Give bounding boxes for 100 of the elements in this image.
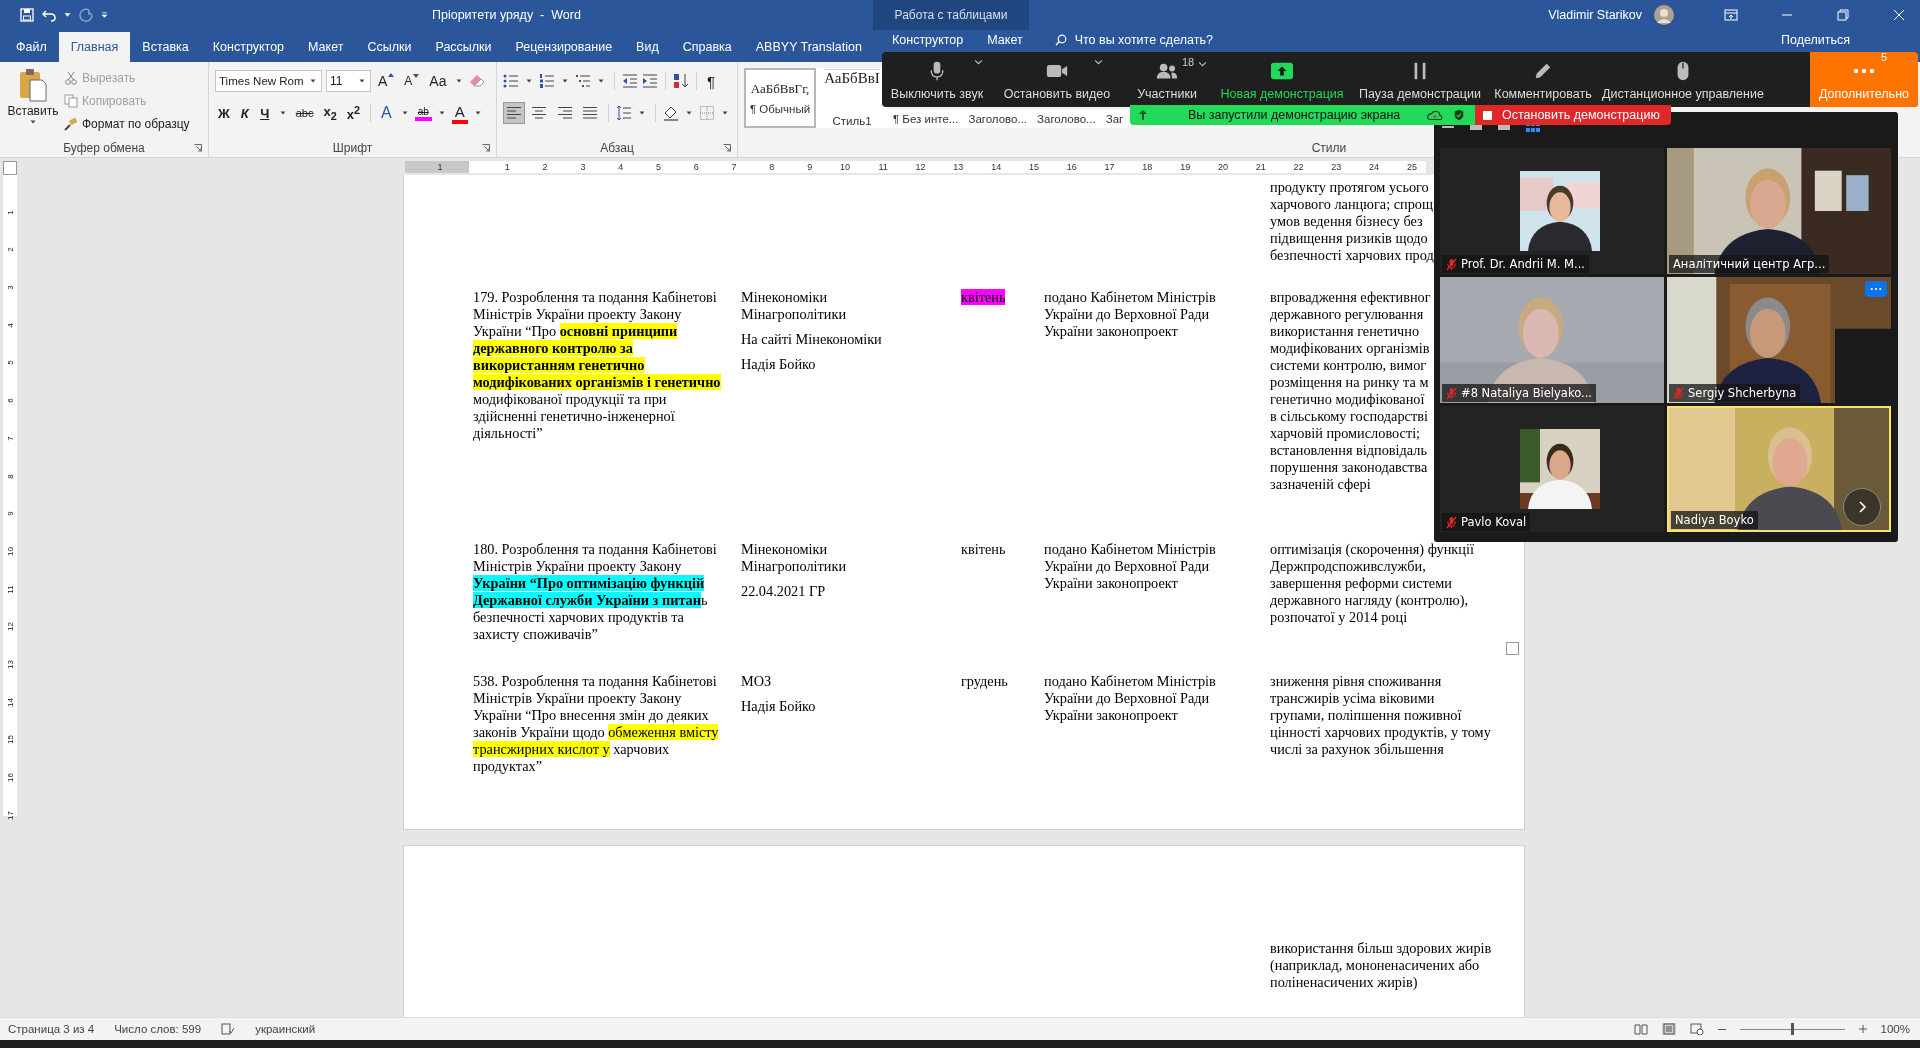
restore-icon[interactable] bbox=[1836, 9, 1850, 21]
caret-icon bbox=[686, 111, 692, 115]
page-count[interactable]: Страница 3 из 4 bbox=[8, 1023, 95, 1035]
ribbon-tab[interactable]: ABBYY Translation bbox=[743, 32, 874, 62]
ribbon-tab[interactable]: Вид bbox=[624, 32, 671, 62]
meeting-control-button[interactable]: Остановить видео bbox=[992, 52, 1122, 107]
video-tile[interactable]: Nadiya Boyko bbox=[1667, 406, 1891, 532]
ruler-number: 6 bbox=[5, 398, 15, 403]
ribbon-tab[interactable]: Справка bbox=[670, 32, 744, 62]
numbered-list-icon[interactable] bbox=[539, 73, 555, 89]
customize-icon[interactable] bbox=[101, 12, 108, 18]
muted-microphone-icon bbox=[1446, 515, 1457, 529]
highlight-color-button[interactable]: ab bbox=[414, 105, 432, 121]
ribbon-tab[interactable]: Конструктор bbox=[200, 32, 297, 62]
dialog-launcher-icon[interactable] bbox=[723, 144, 731, 152]
read-mode-icon[interactable] bbox=[1633, 1023, 1648, 1035]
ribbon-tab[interactable]: Ссылки bbox=[355, 32, 424, 62]
ribbon-tab[interactable]: Файл bbox=[4, 32, 59, 62]
meeting-control-button[interactable]: Комментировать bbox=[1488, 52, 1598, 107]
ruler-number: 5 bbox=[655, 161, 661, 173]
font-name-dropdown[interactable]: Times New Rom bbox=[215, 70, 322, 92]
style-gallery-item[interactable]: Заголово... bbox=[963, 110, 1033, 128]
cell-text: генетично модифікованої bbox=[1270, 391, 1425, 408]
change-case-button[interactable]: Aa bbox=[426, 73, 450, 89]
format-button[interactable]: Ч bbox=[256, 105, 273, 121]
ribbon-tab[interactable]: Макет bbox=[975, 30, 1035, 50]
video-tile[interactable]: Prof. Dr. Andrii M. M... bbox=[1440, 148, 1664, 274]
style-gallery-item[interactable]: Заголово... bbox=[1032, 110, 1101, 128]
table-resize-handle[interactable] bbox=[1506, 642, 1519, 655]
format-button[interactable]: x$^{2}$ bbox=[343, 103, 364, 123]
bullet-list-icon[interactable] bbox=[503, 73, 519, 89]
word-count[interactable]: Число слов: 599 bbox=[114, 1023, 202, 1035]
clipboard-icon bbox=[18, 68, 48, 102]
close-icon[interactable] bbox=[1892, 9, 1906, 21]
format-button[interactable]: abc bbox=[292, 107, 317, 119]
web-layout-icon[interactable] bbox=[1689, 1023, 1704, 1035]
zoom-level[interactable]: 100% bbox=[1880, 1023, 1910, 1035]
language-indicator[interactable]: украинский bbox=[255, 1023, 316, 1035]
font-size-dropdown[interactable]: 11 bbox=[326, 70, 371, 92]
multilevel-list-icon[interactable] bbox=[575, 73, 591, 89]
clipboard-button[interactable]: Формат по образцу bbox=[64, 114, 190, 134]
ribbon-tab[interactable]: Рассылки bbox=[423, 32, 504, 62]
grow-font-button[interactable]: A bbox=[375, 73, 398, 89]
share-button[interactable]: Поделиться bbox=[1780, 30, 1850, 50]
ribbon-display-icon[interactable] bbox=[1724, 9, 1738, 21]
print-layout-icon[interactable] bbox=[1661, 1023, 1676, 1035]
cell-text: Надія Бойко bbox=[741, 356, 816, 373]
zoom-in-icon[interactable] bbox=[1858, 1025, 1867, 1033]
decrease-indent-icon[interactable] bbox=[622, 73, 638, 89]
format-button[interactable]: Ж bbox=[215, 105, 233, 121]
video-tile[interactable]: Sergiy Shcherbyna bbox=[1667, 277, 1891, 403]
more-options-button[interactable] bbox=[1865, 281, 1887, 297]
dialog-launcher-icon[interactable] bbox=[194, 144, 202, 152]
participant-name: #8 Nataliya Bielyako... bbox=[1461, 386, 1592, 400]
caret-icon[interactable] bbox=[64, 12, 71, 18]
sort-icon[interactable] bbox=[673, 73, 689, 89]
next-page-button[interactable] bbox=[1843, 488, 1881, 526]
ribbon-tab[interactable]: Главная bbox=[58, 32, 131, 62]
paste-button[interactable]: Вставить bbox=[6, 68, 60, 139]
shrink-font-button[interactable]: A bbox=[401, 74, 423, 88]
save-icon[interactable] bbox=[20, 8, 34, 22]
cell-text: умов ведення бізнесу без bbox=[1270, 213, 1423, 230]
video-tile[interactable]: Pavlo Koval bbox=[1440, 406, 1664, 532]
ruler-number: 11 bbox=[5, 584, 15, 594]
video-tile[interactable]: Аналітичний центр Агр... bbox=[1667, 148, 1891, 274]
shading-icon[interactable] bbox=[663, 105, 679, 121]
text-effects-button[interactable]: A bbox=[378, 104, 395, 122]
style-gallery-item[interactable]: АаБбВвГг, ¶ Обычный bbox=[744, 68, 816, 128]
cell-text: підвищення ризиків щодо bbox=[1270, 230, 1428, 247]
ribbon-tab[interactable]: Макет bbox=[296, 32, 356, 62]
increase-indent-icon[interactable] bbox=[642, 73, 658, 89]
undo-icon[interactable] bbox=[42, 8, 56, 22]
font-color-button[interactable]: A bbox=[451, 102, 468, 124]
cell-text: завершення реформи системи bbox=[1270, 575, 1452, 592]
stop-sharing-button[interactable]: Остановить демонстрацию bbox=[1475, 105, 1671, 125]
format-button[interactable]: x$_{2}$ bbox=[320, 104, 340, 122]
eraser-icon[interactable] bbox=[469, 73, 486, 89]
justify-icon bbox=[582, 106, 599, 120]
share-screen-icon bbox=[1271, 60, 1293, 81]
style-gallery-item[interactable]: АаБбВвI Стиль1 bbox=[816, 68, 888, 128]
tab-selector[interactable] bbox=[3, 161, 17, 175]
meeting-control-button[interactable]: 18 Участники bbox=[1122, 52, 1212, 107]
line-spacing-icon[interactable] bbox=[616, 105, 633, 121]
dialog-launcher-icon[interactable] bbox=[482, 144, 490, 152]
group-label: Шрифт bbox=[332, 141, 373, 155]
style-gallery-item[interactable]: Заг bbox=[1100, 110, 1129, 128]
cell-text: числі за рахунок збільшення bbox=[1270, 741, 1444, 758]
search-field[interactable]: Что вы хотите сделать? bbox=[1054, 30, 1235, 50]
format-button[interactable]: К bbox=[236, 105, 253, 121]
video-tile[interactable]: #8 Nataliya Bielyako... bbox=[1440, 277, 1664, 403]
proofing-icon[interactable] bbox=[221, 1023, 236, 1035]
participant-name: Sergiy Shcherbyna bbox=[1688, 386, 1797, 400]
ribbon-tab[interactable]: Вставка bbox=[130, 32, 201, 62]
ribbon-tab[interactable]: Конструктор bbox=[880, 30, 976, 50]
style-gallery-item[interactable]: ¶ Без инте... bbox=[888, 110, 964, 128]
avatar-icon[interactable] bbox=[1654, 5, 1674, 25]
ribbon-tab[interactable]: Рецензирование bbox=[503, 32, 625, 62]
redo-icon[interactable] bbox=[79, 8, 93, 22]
align-button[interactable] bbox=[503, 102, 525, 124]
show-marks-button[interactable]: ¶ bbox=[704, 72, 719, 90]
